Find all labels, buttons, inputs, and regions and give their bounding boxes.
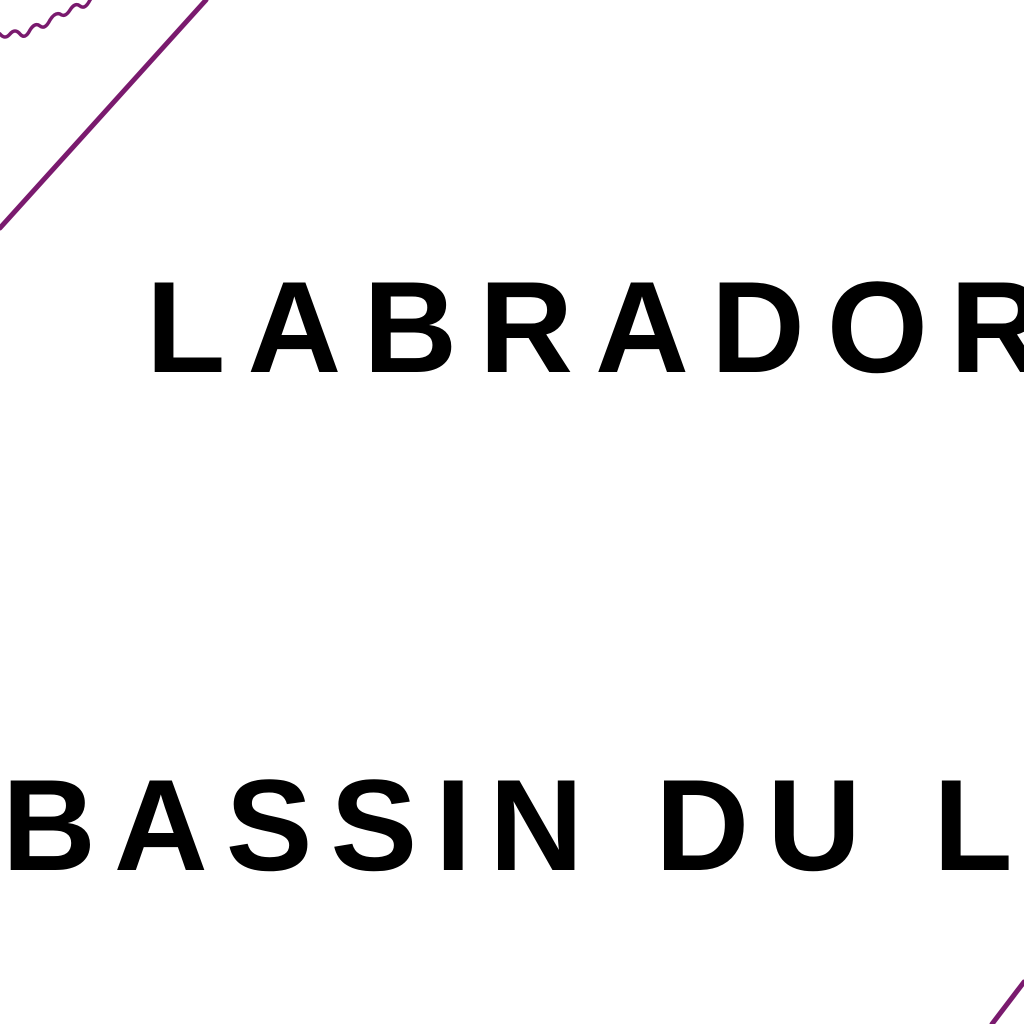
map-canvas: LABRADOR BASIN BASSIN DU LABRADOR xyxy=(0,0,1024,1024)
wavy-boundary-line xyxy=(0,0,93,39)
place-label-english: LABRADOR BASIN xyxy=(146,254,1024,400)
diagonal-boundary-line-bottom xyxy=(989,979,1024,1024)
place-label-french: BASSIN DU LABRADOR xyxy=(2,752,1024,898)
diagonal-boundary-line-top xyxy=(0,0,209,231)
